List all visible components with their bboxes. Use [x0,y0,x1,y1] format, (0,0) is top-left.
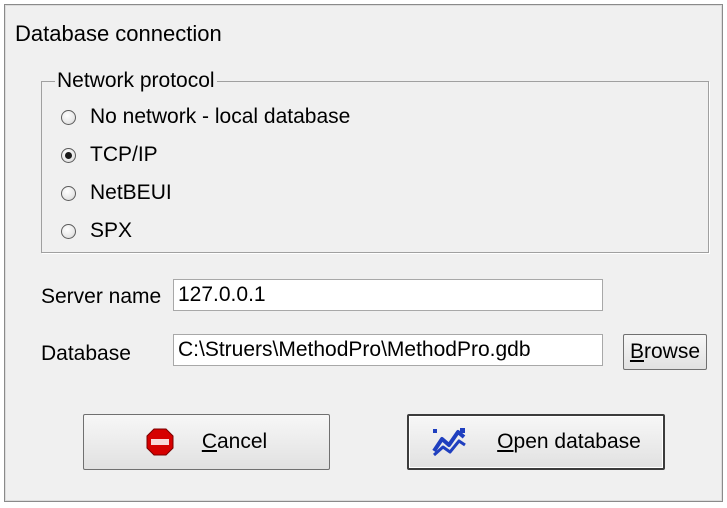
database-path-input[interactable]: C:\Struers\MethodPro\MethodPro.gdb [173,334,603,366]
radio-button-icon[interactable] [61,223,76,239]
database-chart-icon [432,428,467,457]
radio-label: No network - local database [90,105,351,128]
browse-button-label: Browse [629,340,701,363]
radio-netbeui[interactable]: NetBEUI [61,179,172,207]
dialog-title: Database connection [15,21,222,46]
server-name-label: Server name [41,285,162,308]
server-name-input[interactable]: 127.0.0.1 [173,279,603,311]
open-database-button-label: Open database [497,430,641,453]
radio-button-icon[interactable] [61,185,76,201]
cancel-button-label: Cancel [201,430,268,453]
database-connection-dialog: Database connection Network protocol No … [4,4,723,502]
database-label: Database [41,342,131,365]
radio-button-icon[interactable] [61,109,76,125]
radio-label: NetBEUI [90,181,172,204]
open-database-button[interactable]: Open database [407,414,665,470]
radio-no-network[interactable]: No network - local database [61,103,350,131]
stop-sign-icon [146,428,174,456]
radio-spx[interactable]: SPX [61,217,132,245]
radio-button-checked-icon[interactable] [61,147,76,163]
radio-label: SPX [90,219,133,242]
browse-button[interactable]: Browse [623,334,707,370]
radio-tcp-ip[interactable]: TCP/IP [61,141,158,169]
radio-label: TCP/IP [90,143,158,166]
network-protocol-legend: Network protocol [55,69,217,93]
cancel-button[interactable]: Cancel [83,414,330,470]
